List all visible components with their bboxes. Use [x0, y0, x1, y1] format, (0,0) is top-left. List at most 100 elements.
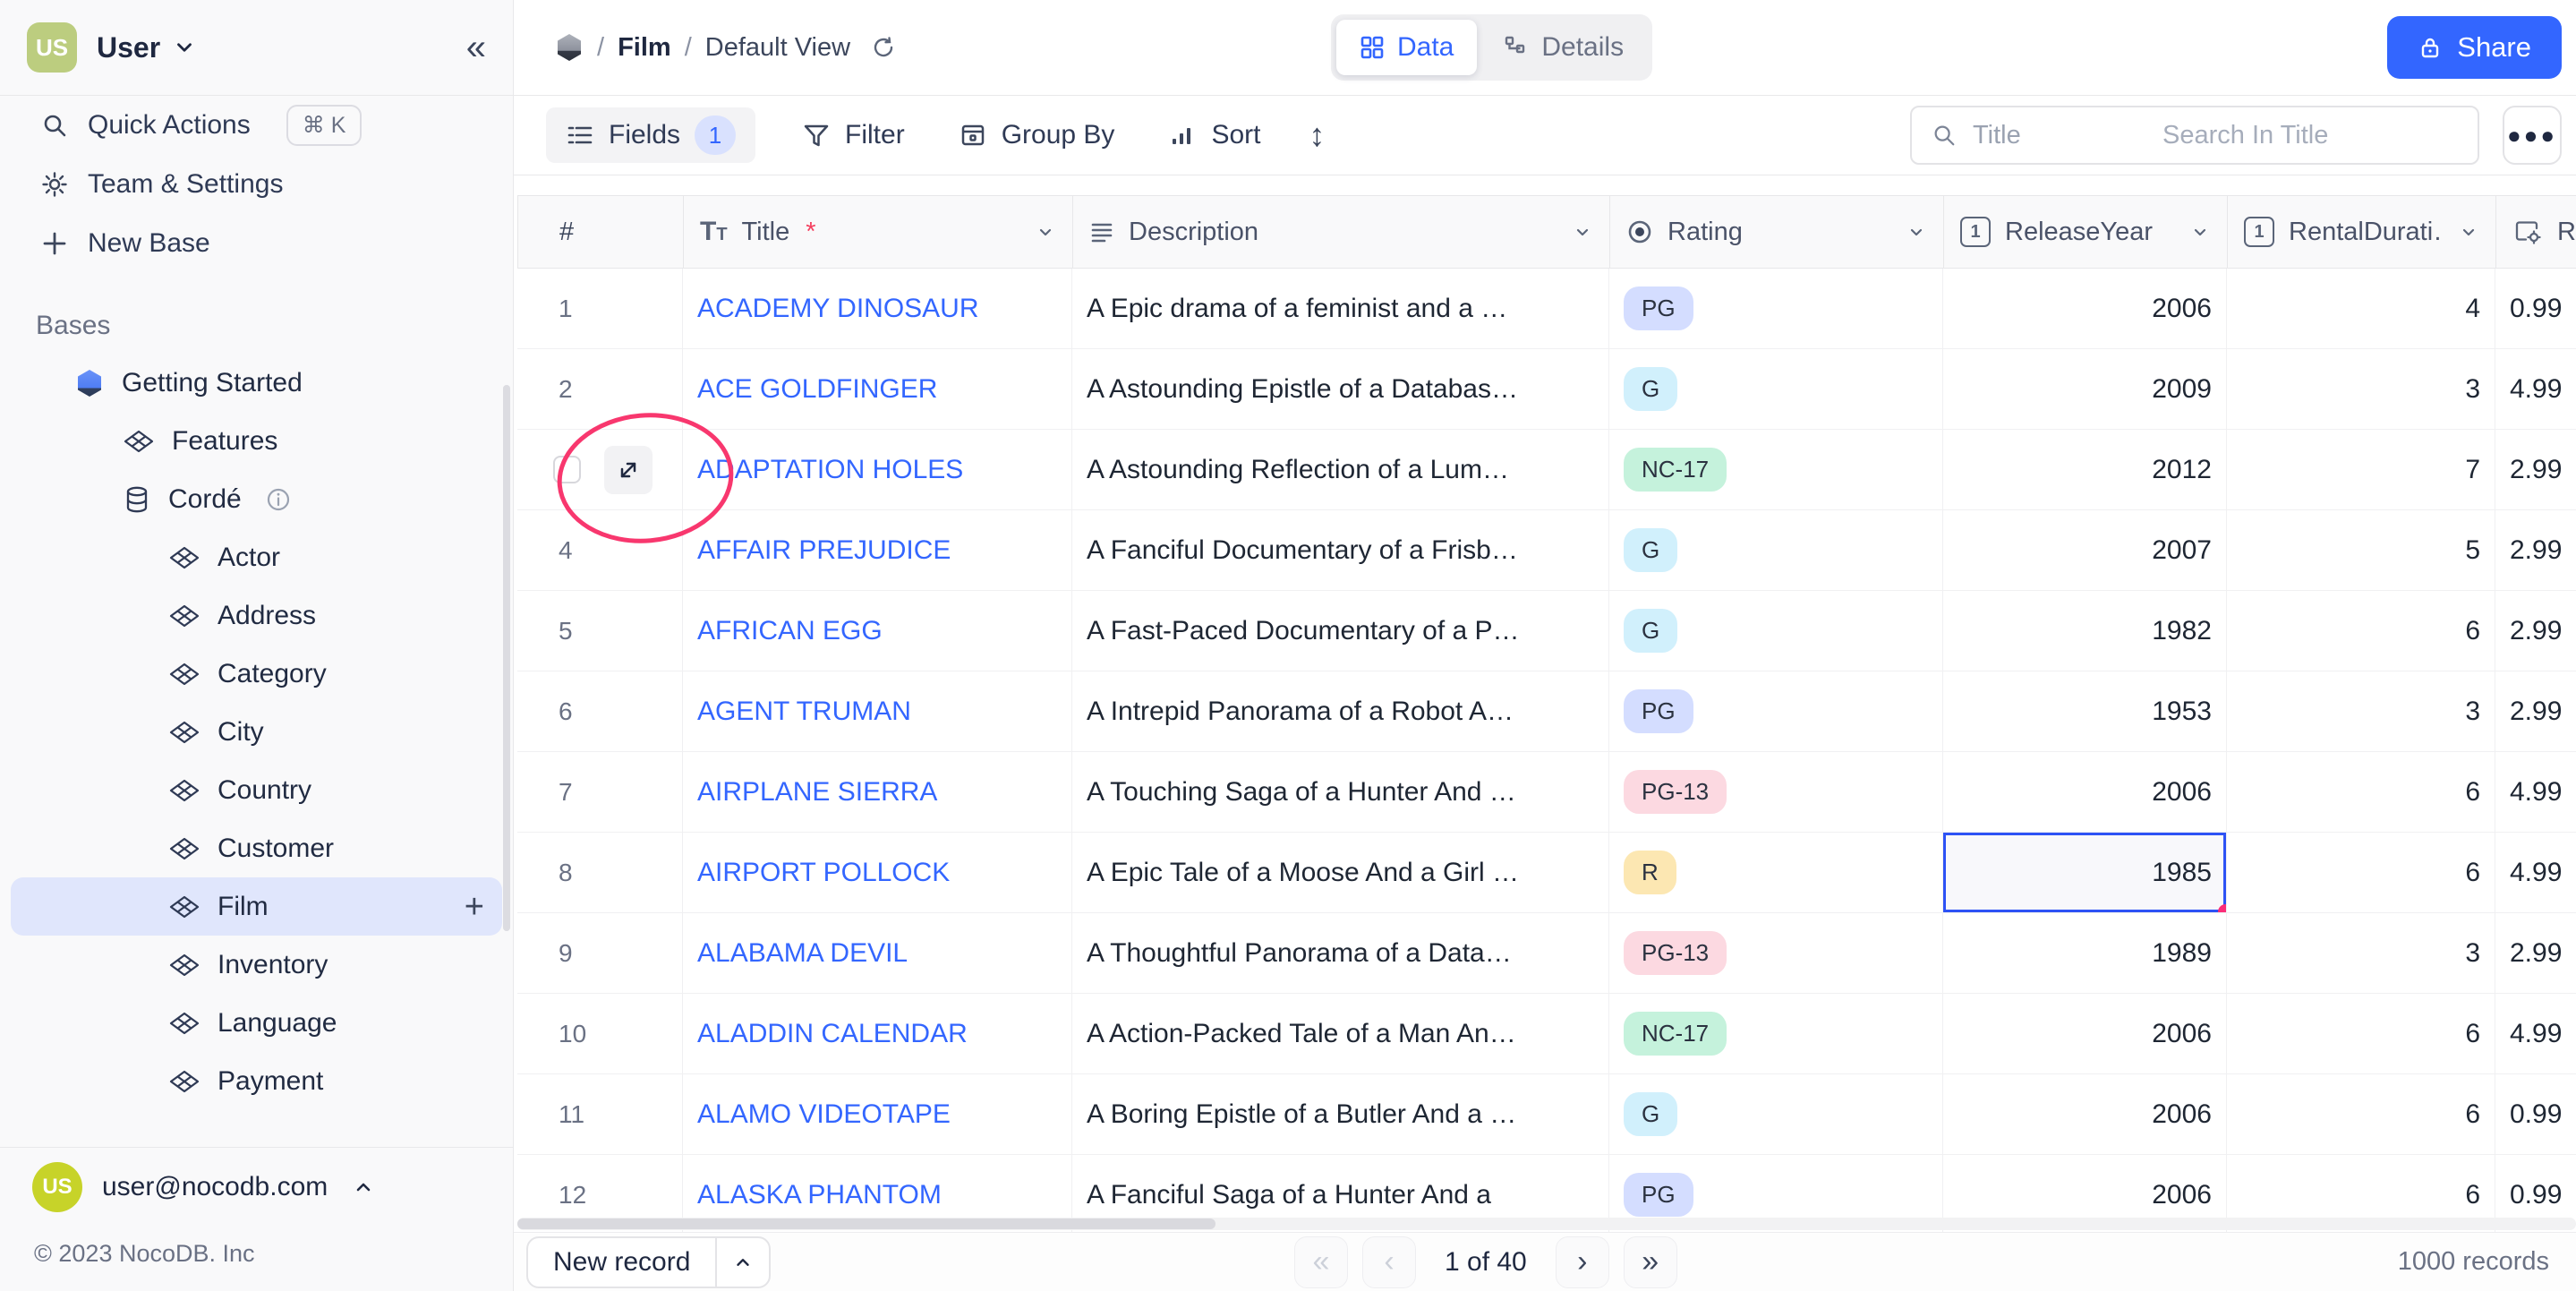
cell-title[interactable]: ALABAMA DEVIL: [683, 913, 1072, 993]
cell-rental-duration[interactable]: 6: [2227, 1074, 2495, 1154]
cell-rental-rate[interactable]: 2.99: [2495, 913, 2576, 993]
cell-rating[interactable]: PG: [1609, 269, 1943, 348]
workspace-avatar[interactable]: US: [27, 22, 77, 73]
cell-rental-duration[interactable]: 3: [2227, 671, 2495, 751]
next-page-button[interactable]: ›: [1556, 1236, 1609, 1288]
last-page-button[interactable]: »: [1624, 1236, 1677, 1288]
record-title-link[interactable]: AIRPLANE SIERRA: [697, 777, 937, 808]
sidebar-item-features[interactable]: Features: [11, 412, 502, 470]
cell-rating[interactable]: G: [1609, 349, 1943, 429]
cell-release-year[interactable]: 2006: [1943, 1074, 2227, 1154]
cell-release-year[interactable]: 2009: [1943, 349, 2227, 429]
cell-description[interactable]: A Boring Epistle of a Butler And a …: [1072, 1074, 1609, 1154]
chevron-down-icon[interactable]: [2189, 221, 2211, 243]
tab-details[interactable]: Details: [1480, 20, 1647, 75]
cell-rating[interactable]: G: [1609, 591, 1943, 671]
cell-rental-duration[interactable]: 3: [2227, 913, 2495, 993]
cell-title[interactable]: ADAPTATION HOLES: [683, 430, 1072, 509]
cell-release-year[interactable]: 1982: [1943, 591, 2227, 671]
cell-rating[interactable]: PG-13: [1609, 913, 1943, 993]
cell-rental-duration[interactable]: 5: [2227, 510, 2495, 590]
breadcrumb-table[interactable]: Film: [618, 33, 671, 63]
cell-title[interactable]: AIRPLANE SIERRA: [683, 752, 1072, 832]
cell-description[interactable]: A Fanciful Documentary of a Frisb…: [1072, 510, 1609, 590]
sidebar-item-payment[interactable]: Payment: [11, 1052, 502, 1110]
sidebar-item-language[interactable]: Language: [11, 994, 502, 1052]
breadcrumb-view[interactable]: Default View: [705, 33, 850, 63]
refresh-icon[interactable]: [871, 35, 896, 60]
column-header-release-year[interactable]: 1ReleaseYear: [1944, 196, 2228, 268]
sort-button[interactable]: Sort: [1168, 120, 1260, 150]
cell-rental-rate[interactable]: 4.99: [2495, 752, 2576, 832]
cell-description[interactable]: A Astounding Epistle of a Databas…: [1072, 349, 1609, 429]
sidebar-item-inventory[interactable]: Inventory: [11, 936, 502, 994]
cell-rating[interactable]: NC-17: [1609, 994, 1943, 1073]
cell-rental-duration[interactable]: 6: [2227, 752, 2495, 832]
cell-release-year[interactable]: 1985: [1943, 833, 2227, 912]
search-field-selector[interactable]: Title: [1912, 121, 2141, 150]
cell-description[interactable]: A Astounding Reflection of a Lum…: [1072, 430, 1609, 509]
record-title-link[interactable]: ADAPTATION HOLES: [697, 455, 963, 485]
cell-description[interactable]: A Thoughtful Panorama of a Data…: [1072, 913, 1609, 993]
cell-rental-duration[interactable]: 6: [2227, 994, 2495, 1073]
record-title-link[interactable]: ALABAMA DEVIL: [697, 938, 908, 969]
cell-fill-handle[interactable]: [2218, 904, 2227, 912]
record-title-link[interactable]: ACE GOLDFINGER: [697, 374, 937, 405]
sidebar-item-country[interactable]: Country: [11, 761, 502, 819]
cell-rental-rate[interactable]: 2.99: [2495, 510, 2576, 590]
cell-rental-rate[interactable]: 2.99: [2495, 430, 2576, 509]
sidebar-item-category[interactable]: Category: [11, 645, 502, 703]
group-by-button[interactable]: Group By: [959, 120, 1115, 150]
record-title-link[interactable]: AFRICAN EGG: [697, 616, 883, 646]
cell-rental-duration[interactable]: 6: [2227, 833, 2495, 912]
sidebar-item-city[interactable]: City: [11, 703, 502, 761]
cell-description[interactable]: A Fast-Paced Documentary of a P…: [1072, 591, 1609, 671]
chevron-down-icon[interactable]: [1572, 221, 1593, 243]
cell-release-year[interactable]: 2006: [1943, 269, 2227, 348]
cell-description[interactable]: A Action-Packed Tale of a Man An…: [1072, 994, 1609, 1073]
cell-release-year[interactable]: 2007: [1943, 510, 2227, 590]
cell-title[interactable]: ACADEMY DINOSAUR: [683, 269, 1072, 348]
cell-rental-duration[interactable]: 3: [2227, 349, 2495, 429]
add-view-plus-icon[interactable]: +: [465, 890, 484, 924]
cell-rental-rate[interactable]: 4.99: [2495, 994, 2576, 1073]
column-header-description[interactable]: Description: [1073, 196, 1610, 268]
user-account-row[interactable]: US user@nocodb.com: [0, 1147, 513, 1226]
row-checkbox[interactable]: [553, 456, 581, 483]
cell-rental-rate[interactable]: 4.99: [2495, 833, 2576, 912]
cell-release-year[interactable]: 2012: [1943, 430, 2227, 509]
chevron-down-icon[interactable]: [2458, 221, 2479, 243]
cell-rental-duration[interactable]: 6: [2227, 591, 2495, 671]
cell-rating[interactable]: PG: [1609, 671, 1943, 751]
cell-title[interactable]: AGENT TRUMAN: [683, 671, 1072, 751]
cell-description[interactable]: A Epic drama of a feminist and a …: [1072, 269, 1609, 348]
chevron-down-icon[interactable]: [1906, 221, 1927, 243]
cell-rating[interactable]: NC-17: [1609, 430, 1943, 509]
new-base-item[interactable]: New Base: [0, 214, 513, 273]
cell-rental-rate[interactable]: 2.99: [2495, 591, 2576, 671]
cell-description[interactable]: A Intrepid Panorama of a Robot A…: [1072, 671, 1609, 751]
prev-page-button[interactable]: ‹: [1362, 1236, 1416, 1288]
row-height-icon[interactable]: ↕: [1309, 116, 1325, 154]
cell-title[interactable]: AFFAIR PREJUDICE: [683, 510, 1072, 590]
record-title-link[interactable]: AFFAIR PREJUDICE: [697, 535, 951, 566]
search-input[interactable]: [2141, 121, 2521, 150]
cell-title[interactable]: AIRPORT POLLOCK: [683, 833, 1072, 912]
chevron-down-icon[interactable]: [1035, 221, 1056, 243]
sidebar-item-actor[interactable]: Actor: [11, 528, 502, 586]
record-title-link[interactable]: ALADDIN CALENDAR: [697, 1019, 968, 1049]
column-header-rental-duration[interactable]: 1RentalDurati…: [2228, 196, 2496, 268]
new-record-expand-button[interactable]: [717, 1238, 769, 1287]
cell-release-year[interactable]: 2006: [1943, 994, 2227, 1073]
cell-rental-duration[interactable]: 7: [2227, 430, 2495, 509]
cell-description[interactable]: A Touching Saga of a Hunter And …: [1072, 752, 1609, 832]
cell-rental-rate[interactable]: 4.99: [2495, 349, 2576, 429]
quick-actions-item[interactable]: Quick Actions ⌘ K: [0, 96, 513, 155]
sidebar-item-getting-started[interactable]: Getting Started: [11, 354, 502, 412]
info-icon[interactable]: [265, 486, 292, 513]
column-header-num[interactable]: #: [518, 196, 684, 268]
sidebar-item-customer[interactable]: Customer: [11, 819, 502, 877]
record-title-link[interactable]: ALASKA PHANTOM: [697, 1180, 942, 1210]
column-header-rating[interactable]: Rating: [1610, 196, 1944, 268]
first-page-button[interactable]: «: [1294, 1236, 1348, 1288]
